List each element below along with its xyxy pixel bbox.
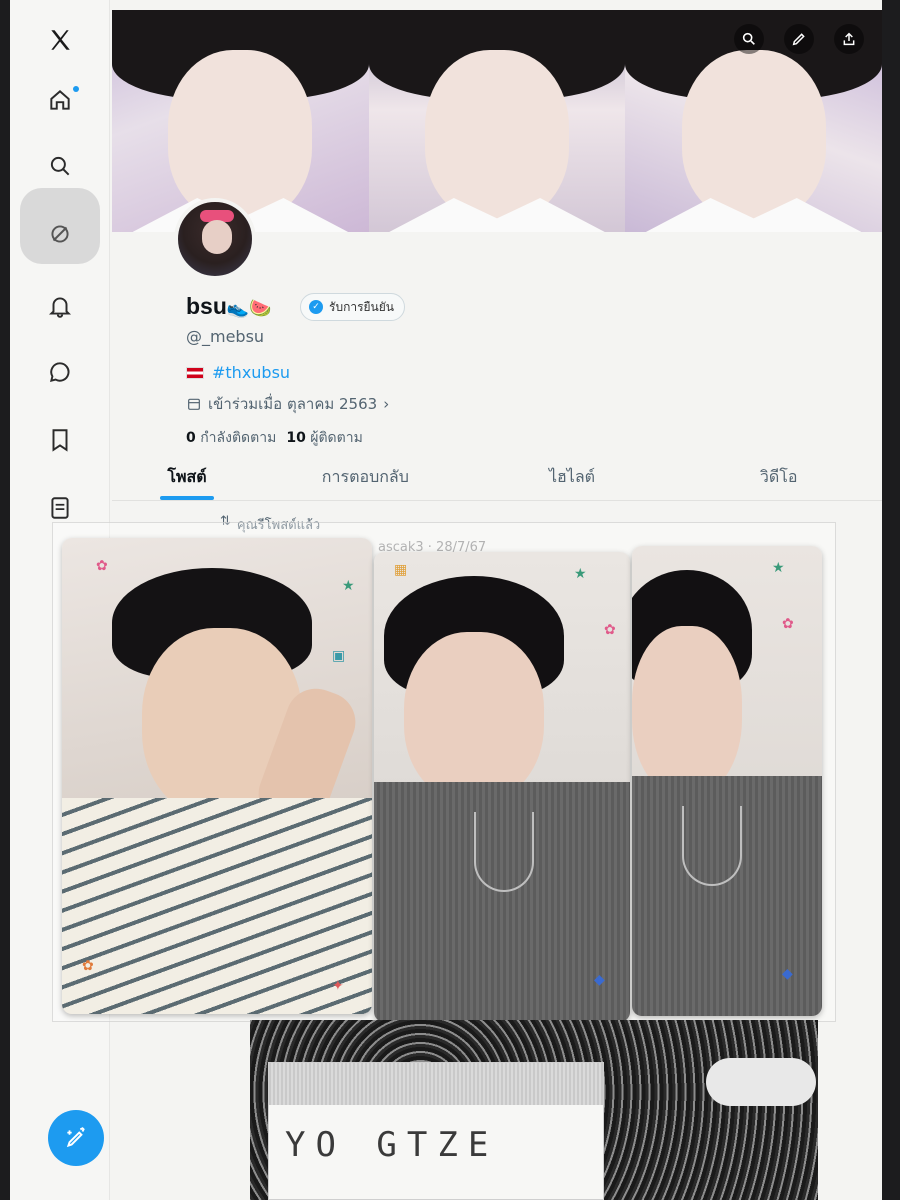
following-count: 0 [186,430,196,446]
photocard-2: ▦ ★ ✿ ◆ [374,552,630,1022]
tab-highlights[interactable]: ไฮไลต์ [469,455,676,500]
x-logo-icon[interactable] [40,20,80,60]
messages-icon[interactable] [40,352,80,392]
sticker-icon: ✿ [82,958,94,974]
joined-text: เข้าร่วมเมื่อ ตุลาคม 2563 [208,395,378,413]
profile-bio: #thxubsu [186,363,290,382]
tab-posts[interactable]: โพสต์ [112,455,262,500]
profile-handle: @_mebsu [186,327,265,346]
calendar-icon [188,398,200,410]
sticker-icon: ★ [772,560,785,576]
sticker-icon: ✿ [604,622,616,638]
following-link[interactable]: 0 กำลังติดตาม [186,427,276,449]
sticker-icon: ◆ [594,972,605,988]
photocard-3: ★ ✿ ◆ [632,546,822,1016]
notifications-icon[interactable] [40,286,80,326]
sticker-icon: ✿ [96,558,108,574]
avatar[interactable] [174,198,256,280]
followers-label: ผู้ติดตาม [310,430,363,446]
bottom-photo-highlight [706,1058,816,1106]
followers-count: 10 [286,430,306,446]
follow-stats: 0 กำลังติดตาม 10 ผู้ติดตาม [186,427,363,449]
search-icon[interactable] [734,24,764,54]
tab-videos[interactable]: วิดีโอ [675,455,882,500]
notification-dot [73,86,79,92]
compose-post-icon [66,1127,85,1148]
tape-strip [269,1063,603,1105]
get-verified-button[interactable]: ✓ รับการยืนยัน [300,293,405,321]
search-icon[interactable] [40,146,80,186]
banner-photo-2 [368,10,626,232]
following-label: กำลังติดตาม [200,430,277,446]
chevron-right-icon[interactable]: › [383,395,389,413]
display-name-text: bsu [186,293,227,319]
sticker-icon: ✿ [782,616,794,632]
sticker-icon: ◆ [782,966,793,982]
sticker-icon: ✦ [332,978,344,994]
joined-date: เข้าร่วมเมื่อ ตุลาคม 2563 › [186,392,389,416]
verify-label: รับการยืนยัน [329,299,394,314]
grok-icon[interactable] [40,214,80,254]
tab-replies[interactable]: การตอบกลับ [262,455,469,500]
flag-icon [186,366,204,379]
handwritten-text: YO GTZE [285,1125,499,1165]
photocard-1: ✿ ★ ▣ ✿ ✦ [62,538,372,1014]
sticker-icon: ▣ [332,648,346,664]
display-name: bsu👟🍉 [186,293,272,320]
bio-hashtag[interactable]: #thxubsu [212,363,290,382]
banner-photo-1 [112,10,369,232]
compose-post-button[interactable] [48,1110,104,1166]
verified-check-icon: ✓ [309,300,323,314]
name-emojis: 👟🍉 [226,298,272,318]
banner-actions [734,24,864,54]
sticker-icon: ▦ [394,562,408,578]
sticker-icon: ★ [342,578,355,594]
share-icon[interactable] [834,24,864,54]
bookmarks-icon[interactable] [40,420,80,460]
handwritten-note: YO GTZE [268,1062,604,1200]
edit-icon[interactable] [784,24,814,54]
sticker-icon: ★ [574,566,587,582]
followers-link[interactable]: 10 ผู้ติดตาม [286,427,363,449]
profile-tabs: โพสต์ การตอบกลับ ไฮไลต์ วิดีโอ [112,455,882,501]
profile-banner [112,10,882,232]
